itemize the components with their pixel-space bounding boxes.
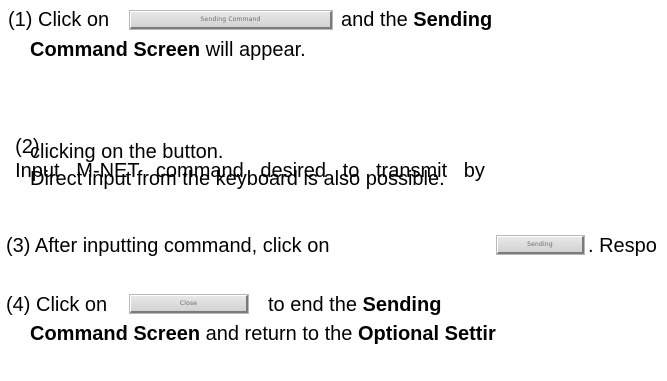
step-4-line-1-cont: to end the Sending [268,293,441,317]
step-4-line-1: (4) Click on [6,293,107,317]
button-label: Close [179,300,198,307]
step-text: will appear. [205,39,306,61]
step-text: Direct input from the keyboard is also p… [30,168,445,190]
step-number: (3) [6,235,31,257]
bold-term: Command Screen [30,323,201,345]
bold-term: Optional Settir [357,323,496,345]
step-2-line-1: (2) Input M-NET command desired to trans… [4,111,485,182]
step-1-line-1-cont: and the Sending [341,8,492,32]
button-label: Sending [527,241,553,248]
bold-term: Command Screen [30,39,201,61]
sending-button[interactable]: Sending [496,235,585,255]
step-text: After inputting command, click on [34,235,330,257]
step-text: Click on [36,294,108,316]
step-2-line-3: Direct input from the keyboard is also p… [30,167,445,191]
step-1-line-1: (1) Click on [8,8,109,32]
step-1-line-2: Command Screen will appear. [30,38,306,62]
button-label: Sending Command [200,16,261,23]
step-3-line-1: (3) After inputting command, click on [6,234,330,258]
bold-term: Sending [413,9,493,31]
step-text: Click on [38,9,110,31]
step-number: (4) [6,294,31,316]
step-number: (1) [8,9,33,31]
bold-term: Sending [362,294,442,316]
sending-command-button[interactable]: Sending Command [129,10,333,30]
close-button[interactable]: Close [129,294,249,314]
step-4-line-2: Command Screen and return to the Optiona… [30,322,496,346]
step-text: . Respo [588,235,657,257]
step-text: clicking on the button. [30,141,224,163]
step-3-line-1-cont: . Respo [588,234,657,258]
step-2-line-2: clicking on the button. [30,140,223,164]
step-text: and the [341,9,408,31]
step-text: to end the [268,294,357,316]
step-text: and return to the [205,323,353,345]
